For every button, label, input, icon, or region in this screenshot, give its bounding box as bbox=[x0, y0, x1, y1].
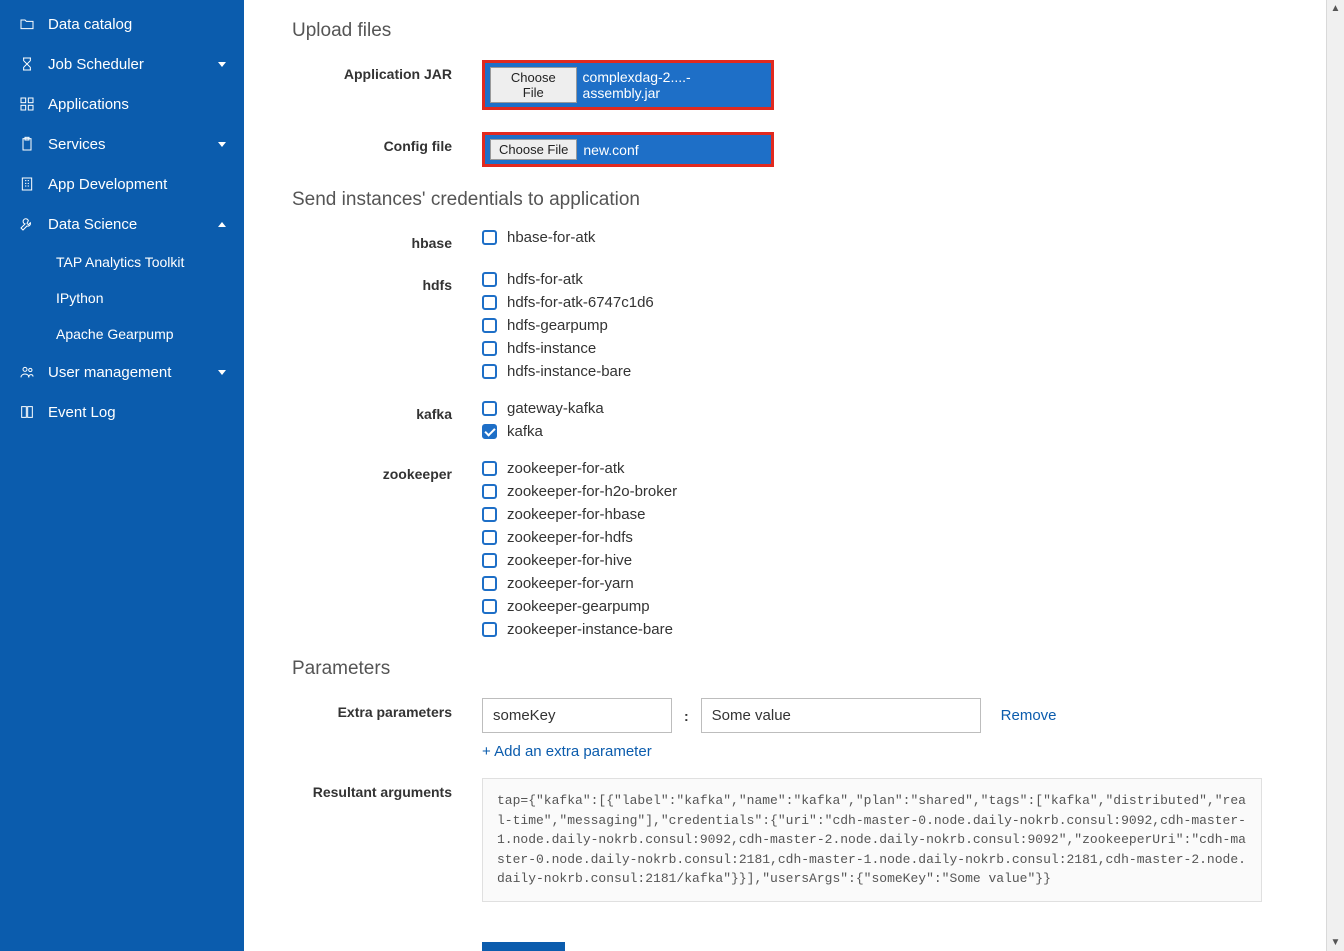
checkbox-zookeeper-for-hbase[interactable] bbox=[482, 507, 497, 522]
deploy-button[interactable]: Deploy bbox=[482, 942, 565, 951]
cred-group-label-hbase: hbase bbox=[292, 229, 452, 251]
scroll-down-arrow-icon[interactable]: ▼ bbox=[1331, 934, 1341, 951]
wrench-icon bbox=[18, 215, 36, 233]
sidebar-item-label: Services bbox=[48, 136, 106, 153]
book-icon bbox=[18, 403, 36, 421]
checkbox-hdfs-for-atk-6747c1d6[interactable] bbox=[482, 295, 497, 310]
sidebar-item-label: Job Scheduler bbox=[48, 56, 144, 73]
checkbox-hdfs-instance[interactable] bbox=[482, 341, 497, 356]
remove-param-link[interactable]: Remove bbox=[1001, 707, 1057, 724]
chevron-up-icon bbox=[218, 222, 226, 227]
sidebar-item-data-catalog[interactable]: Data catalog bbox=[0, 4, 244, 44]
checkbox-zookeeper-for-h2o-broker[interactable] bbox=[482, 484, 497, 499]
sidebar-item-label: App Development bbox=[48, 176, 167, 193]
chevron-down-icon bbox=[218, 142, 226, 147]
sidebar-item-event-log[interactable]: Event Log bbox=[0, 392, 244, 432]
checkbox-label: hbase-for-atk bbox=[507, 229, 595, 246]
checkbox-hdfs-for-atk[interactable] bbox=[482, 272, 497, 287]
add-param-link[interactable]: + Add an extra parameter bbox=[482, 743, 652, 760]
checkbox-zookeeper-for-hive[interactable] bbox=[482, 553, 497, 568]
sidebar-item-label: Event Log bbox=[48, 404, 116, 421]
folder-icon bbox=[18, 15, 36, 33]
sidebar-subitem-ipython[interactable]: IPython bbox=[0, 280, 244, 316]
cred-group-label-kafka: kafka bbox=[292, 400, 452, 422]
sidebar-item-data-science[interactable]: Data Science bbox=[0, 204, 244, 244]
checkbox-label: zookeeper-for-hdfs bbox=[507, 529, 633, 546]
checkbox-hdfs-gearpump[interactable] bbox=[482, 318, 497, 333]
sidebar-item-user-management[interactable]: User management bbox=[0, 352, 244, 392]
credentials-heading: Send instances' credentials to applicati… bbox=[292, 189, 1272, 211]
resultant-arguments-label: Resultant arguments bbox=[292, 778, 452, 800]
sidebar-item-label: Data catalog bbox=[48, 16, 132, 33]
config-file-label: Config file bbox=[292, 132, 452, 154]
sidebar-item-job-scheduler[interactable]: Job Scheduler bbox=[0, 44, 244, 84]
clipboard-icon bbox=[18, 135, 36, 153]
checkbox-label: gateway-kafka bbox=[507, 400, 604, 417]
checkbox-label: zookeeper-for-hbase bbox=[507, 506, 645, 523]
parameters-heading: Parameters bbox=[292, 658, 1272, 680]
checkbox-label: hdfs-instance-bare bbox=[507, 363, 631, 380]
upload-files-heading: Upload files bbox=[292, 20, 1272, 42]
sidebar-subitem-apache-gearpump[interactable]: Apache Gearpump bbox=[0, 316, 244, 352]
checkbox-label: zookeeper-for-h2o-broker bbox=[507, 483, 677, 500]
param-key-input[interactable] bbox=[482, 698, 672, 733]
checkbox-zookeeper-for-hdfs[interactable] bbox=[482, 530, 497, 545]
cred-group-label-hdfs: hdfs bbox=[292, 271, 452, 293]
main-content: Upload files Application JAR Choose File… bbox=[244, 0, 1332, 951]
sidebar-item-services[interactable]: Services bbox=[0, 124, 244, 164]
sidebar: Data catalog Job Scheduler Applications Ser… bbox=[0, 0, 244, 951]
checkbox-label: hdfs-for-atk-6747c1d6 bbox=[507, 294, 654, 311]
chevron-down-icon bbox=[218, 62, 226, 67]
cred-group-label-zookeeper: zookeeper bbox=[292, 460, 452, 482]
grid-icon bbox=[18, 95, 36, 113]
checkbox-label: zookeeper-for-hive bbox=[507, 552, 632, 569]
choose-file-conf-button[interactable]: Choose File bbox=[490, 139, 577, 160]
checkbox-label: zookeeper-instance-bare bbox=[507, 621, 673, 638]
param-colon: : bbox=[678, 708, 695, 724]
checkbox-label: zookeeper-for-yarn bbox=[507, 575, 634, 592]
application-jar-label: Application JAR bbox=[292, 60, 452, 82]
resultant-arguments-box: tap={"kafka":[{"label":"kafka","name":"k… bbox=[482, 778, 1262, 902]
sidebar-item-label: Data Science bbox=[48, 216, 137, 233]
conf-file-name: new.conf bbox=[583, 142, 638, 158]
checkbox-hdfs-instance-bare[interactable] bbox=[482, 364, 497, 379]
chevron-down-icon bbox=[218, 370, 226, 375]
sidebar-item-label: User management bbox=[48, 364, 171, 381]
application-jar-filebox[interactable]: Choose File complexdag-2....-assembly.ja… bbox=[482, 60, 774, 110]
checkbox-label: hdfs-gearpump bbox=[507, 317, 608, 334]
sidebar-item-label: Applications bbox=[48, 96, 129, 113]
config-file-filebox[interactable]: Choose File new.conf bbox=[482, 132, 774, 167]
building-icon bbox=[18, 175, 36, 193]
checkbox-label: hdfs-instance bbox=[507, 340, 596, 357]
sidebar-subitem-tap-analytics-toolkit[interactable]: TAP Analytics Toolkit bbox=[0, 244, 244, 280]
param-value-input[interactable] bbox=[701, 698, 981, 733]
sidebar-item-app-development[interactable]: App Development bbox=[0, 164, 244, 204]
checkbox-zookeeper-for-yarn[interactable] bbox=[482, 576, 497, 591]
checkbox-gateway-kafka[interactable] bbox=[482, 401, 497, 416]
checkbox-zookeeper-for-atk[interactable] bbox=[482, 461, 497, 476]
checkbox-zookeeper-instance-bare[interactable] bbox=[482, 622, 497, 637]
hourglass-icon bbox=[18, 55, 36, 73]
extra-parameters-label: Extra parameters bbox=[292, 698, 452, 720]
checkbox-hbase-for-atk[interactable] bbox=[482, 230, 497, 245]
checkbox-label: kafka bbox=[507, 423, 543, 440]
users-icon bbox=[18, 363, 36, 381]
checkbox-kafka[interactable] bbox=[482, 424, 497, 439]
jar-file-name: complexdag-2....-assembly.jar bbox=[583, 69, 766, 101]
checkbox-label: zookeeper-for-atk bbox=[507, 460, 625, 477]
choose-file-jar-button[interactable]: Choose File bbox=[490, 67, 577, 103]
checkbox-label: zookeeper-gearpump bbox=[507, 598, 650, 615]
checkbox-zookeeper-gearpump[interactable] bbox=[482, 599, 497, 614]
page-scrollbar[interactable]: ▲ ▼ bbox=[1326, 0, 1344, 951]
checkbox-label: hdfs-for-atk bbox=[507, 271, 583, 288]
sidebar-item-applications[interactable]: Applications bbox=[0, 84, 244, 124]
scroll-up-arrow-icon[interactable]: ▲ bbox=[1331, 0, 1341, 17]
